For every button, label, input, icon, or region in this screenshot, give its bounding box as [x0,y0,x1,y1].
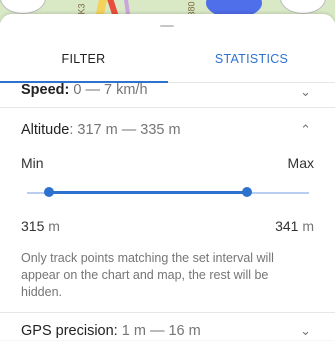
chevron-down-icon[interactable]: ⌄ [300,323,311,339]
range-min-value: 315 m [21,218,60,234]
range-max-value: 341 m [275,218,314,234]
drag-handle[interactable] [160,25,174,27]
gps-label: GPS precision: [21,323,118,339]
tab-filter[interactable]: FILTER [0,40,167,82]
chevron-up-icon[interactable]: ⌃ [300,122,311,138]
altitude-slider-max-thumb[interactable] [242,187,252,197]
speed-label: Speed: [21,82,70,98]
altitude-label: Altitude [21,122,70,138]
map-label: K3 [76,3,87,15]
altitude-description: Only track points matching the set inter… [21,251,274,299]
gps-value: 1 m — 16 m [121,323,201,339]
altitude-value: : 317 m — 335 m [69,122,181,138]
map-control-button-right[interactable] [280,0,326,14]
speed-filter-row[interactable]: Speed: 0 — 7 km/h ⌄ [0,82,335,106]
altitude-filter-row[interactable]: Altitude: 317 m — 335 m ⌃ [0,122,335,146]
altitude-slider-active-range [49,191,247,194]
max-label: Max [287,155,314,171]
speed-value: 0 — 7 km/h [73,82,148,98]
gps-precision-filter-row[interactable]: GPS precision: 1 m — 16 m ⌄ [0,323,335,343]
altitude-slider-min-thumb[interactable] [44,187,54,197]
divider [0,312,335,313]
map-control-button-left[interactable] [0,0,46,14]
divider [0,107,335,108]
tab-bar: FILTER STATISTICS [0,40,335,83]
tab-statistics[interactable]: STATISTICS [168,40,335,82]
min-label: Min [21,155,44,171]
chevron-down-icon[interactable]: ⌄ [300,84,311,100]
